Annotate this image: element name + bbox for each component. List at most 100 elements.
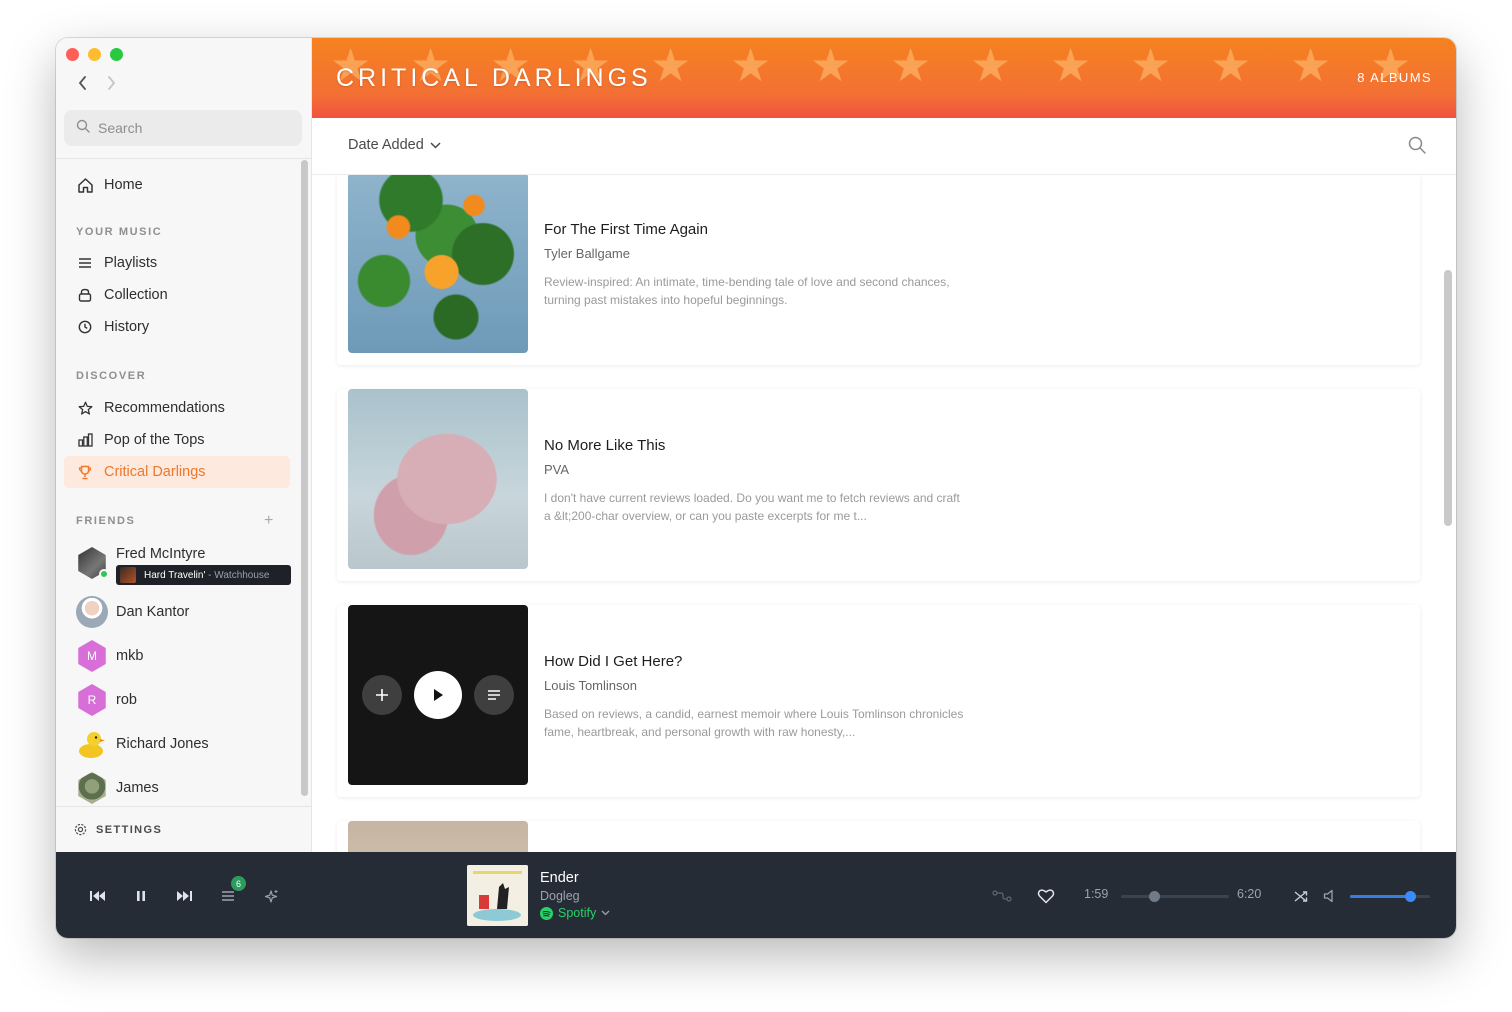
previous-track-button[interactable]: [86, 884, 110, 908]
pause-button[interactable]: [129, 884, 153, 908]
friend-name: James: [116, 780, 159, 796]
friend-track-art: [120, 567, 136, 583]
album-title[interactable]: For The First Time Again: [544, 221, 964, 238]
header-star-decoration: ★: [970, 39, 1012, 91]
shuffle-icon[interactable]: [1289, 884, 1313, 908]
album-count: 8 ALBUMS: [1357, 70, 1432, 85]
album-card[interactable]: [337, 821, 1420, 852]
now-playing-art[interactable]: [467, 865, 528, 926]
album-title[interactable]: How Did I Get Here?: [544, 653, 964, 670]
avatar: [76, 596, 108, 628]
zoom-window-button[interactable]: [110, 48, 123, 61]
album-art[interactable]: [348, 821, 528, 852]
volume-handle[interactable]: [1404, 891, 1416, 902]
header-star-decoration: ★: [650, 39, 692, 91]
sidebar-item-recommendations[interactable]: Recommendations: [64, 392, 290, 424]
sidebar-item-label: Collection: [104, 287, 168, 303]
avatar: [78, 772, 106, 804]
source-selector[interactable]: Spotify: [540, 906, 610, 920]
friend-track-title: Hard Travelin': [144, 569, 206, 581]
album-info: No More Like This PVA I don't have curre…: [544, 437, 964, 525]
settings-label: SETTINGS: [96, 823, 163, 836]
friend-dan-kantor[interactable]: Dan Kantor: [76, 596, 296, 628]
sidebar: Home YOUR MUSIC Playlists Collection His…: [56, 38, 312, 852]
friend-james[interactable]: James: [76, 772, 296, 804]
heart-icon[interactable]: [1034, 884, 1058, 908]
avatar: R: [78, 684, 106, 716]
album-card[interactable]: No More Like This PVA I don't have curre…: [337, 389, 1420, 581]
album-artist[interactable]: Tyler Ballgame: [544, 246, 964, 261]
seek-bar[interactable]: [1121, 891, 1229, 902]
sidebar-search: [64, 110, 302, 146]
star-icon: [76, 399, 94, 417]
seek-handle[interactable]: [1148, 891, 1160, 902]
sort-dropdown[interactable]: Date Added: [348, 137, 441, 153]
add-to-queue-button[interactable]: [474, 675, 514, 715]
album-title[interactable]: No More Like This: [544, 437, 964, 454]
album-art[interactable]: [348, 175, 528, 353]
sidebar-scrollbar[interactable]: [301, 160, 308, 796]
chevron-down-icon: [430, 137, 441, 153]
search-icon[interactable]: [1408, 136, 1426, 159]
page-header: ★ ★ ★ ★ ★ ★ ★ ★ ★ ★ ★ ★ ★ ★ CRITICAL DARLINGS 8 ALBUM…: [312, 38, 1456, 118]
list-icon: [76, 254, 94, 272]
album-card[interactable]: For The First Time Again Tyler Ballgame …: [337, 175, 1420, 365]
elapsed-time: 1:59: [1084, 887, 1109, 901]
album-artist[interactable]: PVA: [544, 462, 964, 477]
header-star-decoration: ★: [1210, 39, 1252, 91]
header-star-decoration: ★: [730, 39, 772, 91]
back-icon[interactable]: [78, 74, 88, 95]
friend-richard-jones[interactable]: Richard Jones: [76, 728, 296, 760]
section-label-discover: DISCOVER: [76, 370, 147, 382]
now-playing-artist[interactable]: Dogleg: [540, 889, 580, 903]
close-window-button[interactable]: [66, 48, 79, 61]
friend-name: mkb: [116, 648, 144, 664]
album-art[interactable]: [348, 605, 528, 785]
minimize-window-button[interactable]: [88, 48, 101, 61]
gear-icon: [74, 823, 87, 836]
add-friend-icon[interactable]: +: [264, 512, 273, 530]
divider: [56, 158, 311, 159]
chart-icon: [76, 431, 94, 449]
window-controls: [66, 48, 123, 61]
friend-now-playing[interactable]: Hard Travelin' - Watchhouse: [116, 565, 291, 585]
app-window: Home YOUR MUSIC Playlists Collection His…: [56, 38, 1456, 938]
forward-icon[interactable]: [106, 74, 116, 95]
friend-track-artist: Watchhouse: [214, 569, 270, 581]
sort-label: Date Added: [348, 137, 424, 153]
friend-name: Richard Jones: [116, 736, 209, 752]
volume-slider[interactable]: [1350, 891, 1430, 902]
sidebar-item-playlists[interactable]: Playlists: [64, 247, 290, 279]
connect-devices-icon[interactable]: [990, 884, 1014, 908]
spotify-icon: [540, 906, 553, 920]
friend-name: Fred McIntyre: [116, 546, 206, 562]
volume-icon[interactable]: [1319, 884, 1343, 908]
add-to-collection-button[interactable]: [362, 675, 402, 715]
sidebar-item-history[interactable]: History: [64, 311, 290, 343]
sidebar-item-home[interactable]: Home: [64, 169, 290, 201]
sidebar-item-collection[interactable]: Collection: [64, 279, 290, 311]
settings-button[interactable]: SETTINGS: [56, 806, 312, 852]
search-input[interactable]: [98, 120, 278, 136]
content-scrollbar[interactable]: [1444, 270, 1452, 526]
play-button[interactable]: [414, 671, 462, 719]
header-star-decoration: ★: [1130, 39, 1172, 91]
avatar-initial: R: [87, 693, 97, 707]
next-track-button[interactable]: [172, 884, 196, 908]
friend-rob[interactable]: R rob: [76, 684, 296, 716]
album-art[interactable]: [348, 389, 528, 569]
sidebar-item-label: History: [104, 319, 150, 335]
album-card[interactable]: How Did I Get Here? Louis Tomlinson Base…: [337, 605, 1420, 797]
avatar: M: [78, 640, 106, 672]
album-description: I don't have current reviews loaded. Do …: [544, 491, 960, 523]
sidebar-item-critical-darlings[interactable]: Critical Darlings: [64, 456, 290, 488]
trophy-icon: [76, 463, 94, 481]
sidebar-item-label: Recommendations: [104, 400, 225, 416]
friend-mkb[interactable]: M mkb: [76, 640, 296, 672]
sparkle-icon[interactable]: [259, 884, 283, 908]
now-playing-title[interactable]: Ender: [540, 870, 579, 886]
collection-icon: [76, 286, 94, 304]
home-icon: [76, 176, 94, 194]
album-artist[interactable]: Louis Tomlinson: [544, 678, 964, 693]
sidebar-item-pop-of-the-tops[interactable]: Pop of the Tops: [64, 424, 290, 456]
